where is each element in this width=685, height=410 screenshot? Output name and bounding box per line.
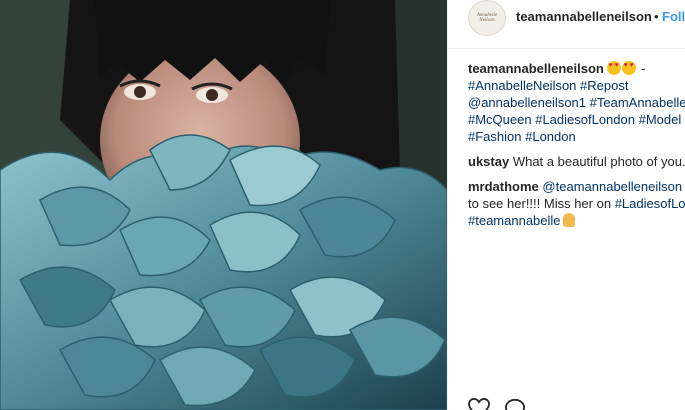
caption: teamannabelleneilson - #AnnabelleNeilson… <box>468 60 685 145</box>
praying-hands-emoji-icon <box>562 213 575 227</box>
post-actions <box>468 398 526 410</box>
comment-icon[interactable] <box>504 398 526 410</box>
hashtag-link[interactable]: #LadiesofLondon <box>535 112 635 127</box>
heart-eyes-emoji-icon <box>622 61 637 75</box>
comment-item: ukstay What a beautiful photo of you. ( <box>468 153 685 170</box>
heart-eyes-emoji-icon <box>607 61 622 75</box>
hashtag-link[interactable]: #TeamAnnabelle <box>590 95 685 110</box>
hashtag-link[interactable]: #London <box>525 129 576 144</box>
photo-illustration <box>0 0 447 410</box>
comment-item: mrdathome @teamannabelleneilson so to se… <box>468 178 685 229</box>
follow-button[interactable]: Follow <box>662 9 685 24</box>
header-separator: • <box>654 9 659 24</box>
mention-link[interactable]: @annabelleneilson1 <box>468 95 586 110</box>
hashtag-link[interactable]: #LadiesofLon <box>615 196 685 211</box>
caption-suffix: - <box>637 61 646 76</box>
post-photo[interactable] <box>0 0 447 410</box>
comment-username[interactable]: mrdathome <box>468 179 539 194</box>
hashtag-link[interactable]: #Repost <box>580 78 628 93</box>
post-details-panel: Annabelle Neilson teamannabelleneilson • … <box>447 0 685 410</box>
hashtag-link[interactable]: #McQueen <box>468 112 532 127</box>
hashtag-link[interactable]: #Model <box>639 112 682 127</box>
comment-text: to see her!!!! Miss her on <box>468 196 615 211</box>
mention-link[interactable]: @teamannabelleneilson <box>542 179 682 194</box>
header-username[interactable]: teamannabelleneilson <box>516 9 652 24</box>
heart-icon[interactable] <box>468 398 490 410</box>
avatar[interactable]: Annabelle Neilson <box>468 0 506 36</box>
comment-text: What a beautiful photo of you. ( <box>512 154 685 169</box>
comment-username[interactable]: ukstay <box>468 154 509 169</box>
comments-list: teamannabelleneilson - #AnnabelleNeilson… <box>468 60 685 229</box>
caption-username[interactable]: teamannabelleneilson <box>468 61 604 76</box>
hashtag-link[interactable]: #AnnabelleNeilson <box>468 78 576 93</box>
hashtag-link[interactable]: #teamannabelle <box>468 213 561 228</box>
avatar-logo: Annabelle Neilson <box>476 13 498 23</box>
post-header: Annabelle Neilson teamannabelleneilson • … <box>448 0 685 49</box>
hashtag-link[interactable]: #Fashion <box>468 129 521 144</box>
